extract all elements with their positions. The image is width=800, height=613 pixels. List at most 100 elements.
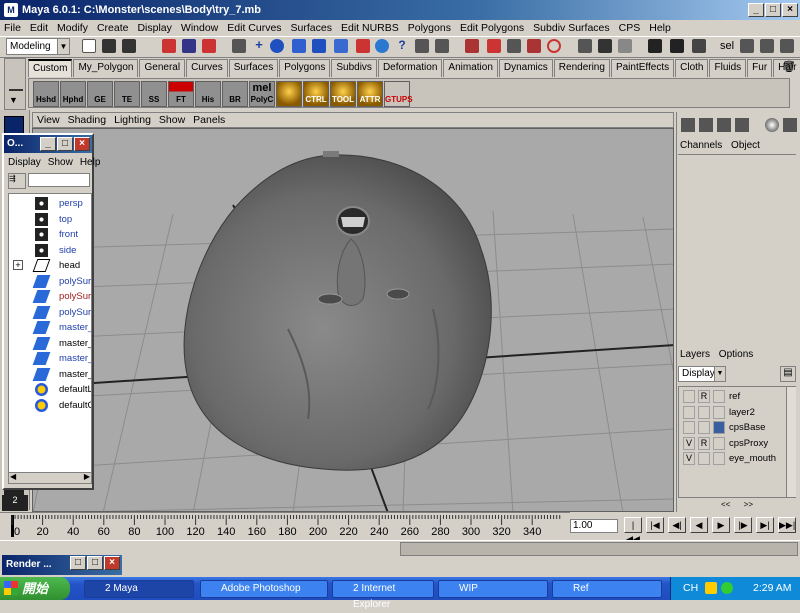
shelf-tab[interactable]: Fur xyxy=(747,59,773,77)
layers-menu[interactable]: Layers xyxy=(680,349,710,360)
layer-editor-icon[interactable] xyxy=(699,118,713,132)
task-maya[interactable]: 2 Maya xyxy=(84,580,194,598)
outliner-search-input[interactable] xyxy=(28,173,90,187)
object-tab[interactable]: Object xyxy=(731,140,760,151)
layer-type-toggle[interactable] xyxy=(698,452,710,465)
lock-icon[interactable] xyxy=(415,39,429,53)
menu-edit-nurbs[interactable]: Edit NURBS xyxy=(341,22,399,34)
outliner-item[interactable]: front xyxy=(9,227,91,242)
shelf-tab[interactable]: Rendering xyxy=(553,59,610,77)
outliner-item[interactable]: + head xyxy=(9,258,91,273)
start-button[interactable]: 開始 xyxy=(0,577,70,600)
maximize-button[interactable]: □ xyxy=(765,3,781,17)
outliner-menu-show[interactable]: Show xyxy=(48,157,73,171)
outliner-item[interactable]: polySurf xyxy=(9,289,91,304)
hypershade-icon[interactable] xyxy=(618,39,632,53)
shelf-button-ft[interactable]: FT xyxy=(168,81,194,107)
snap-curve-icon[interactable] xyxy=(270,39,284,53)
sel-label[interactable]: sel xyxy=(720,40,734,52)
shelf-button-ge[interactable]: GE xyxy=(87,81,113,107)
step-back-key-button[interactable]: |◀ xyxy=(646,517,664,533)
shelf-menu[interactable]: ▼ xyxy=(4,58,26,110)
task-internet-explorer[interactable]: 2 Internet Explorer xyxy=(332,580,434,610)
render-settings-icon[interactable] xyxy=(692,39,706,53)
mode-selector[interactable]: Modeling ▼ xyxy=(6,38,70,55)
shelf-button-br[interactable]: BR xyxy=(222,81,248,107)
shelf-tab[interactable]: Deformation xyxy=(377,59,443,77)
tray-icon[interactable] xyxy=(705,582,717,594)
tool-settings-icon[interactable] xyxy=(783,118,797,132)
channel-layer-icon[interactable] xyxy=(717,118,731,132)
tray-network-icon[interactable] xyxy=(721,582,733,594)
channel-box-area[interactable] xyxy=(678,154,796,344)
menu-help[interactable]: Help xyxy=(649,22,671,34)
minimize-button[interactable]: _ xyxy=(748,3,764,17)
shelf-button-ctrl[interactable]: CTRL xyxy=(303,81,329,107)
go-to-start-button[interactable]: |◀◀ xyxy=(624,517,642,544)
select-object-icon[interactable] xyxy=(182,39,196,53)
shelf-button-his[interactable]: His xyxy=(195,81,221,107)
viewport-menu-show[interactable]: Show xyxy=(159,114,185,126)
options-menu[interactable]: Options xyxy=(719,349,753,360)
task-photoshop[interactable]: Adobe Photoshop xyxy=(200,580,328,598)
layer-visibility-toggle[interactable] xyxy=(683,405,695,419)
trash-icon[interactable]: 🗑 xyxy=(782,60,796,74)
render-region-icon[interactable] xyxy=(435,39,449,53)
layer-color-swatch[interactable] xyxy=(713,390,725,403)
snap-view-icon[interactable] xyxy=(312,39,326,53)
outliner-item[interactable]: master_ xyxy=(9,367,91,382)
outliner-item[interactable]: master_ xyxy=(9,351,91,366)
shelf-tab[interactable]: Curves xyxy=(186,59,228,77)
menu-modify[interactable]: Modify xyxy=(57,22,88,34)
shelf-tab[interactable]: Cloth xyxy=(675,59,709,77)
step-back-frame-button[interactable]: ◀| xyxy=(668,517,686,533)
tool-settings-icon[interactable] xyxy=(760,39,774,53)
step-forward-key-button[interactable]: ▶| xyxy=(756,517,774,533)
layer-row[interactable]: Rref xyxy=(681,389,793,404)
layer-visibility-toggle[interactable]: V xyxy=(683,452,695,465)
task-folder-ref[interactable]: Ref xyxy=(552,580,662,598)
menu-cps[interactable]: CPS xyxy=(619,22,641,34)
outliner-horizontal-scrollbar[interactable]: ◀ ▶ xyxy=(8,472,92,484)
shelf-button-attr[interactable]: ATTR xyxy=(357,81,383,107)
menu-surfaces[interactable]: Surfaces xyxy=(291,22,332,34)
outliner-item[interactable]: polySurf xyxy=(9,274,91,289)
lasso-icon[interactable] xyxy=(487,39,501,53)
layer-row[interactable]: Veye_mouth xyxy=(681,451,793,466)
layer-list-nav[interactable]: << >> xyxy=(678,500,796,510)
menu-create[interactable]: Create xyxy=(97,22,129,34)
select-component-icon[interactable] xyxy=(202,39,216,53)
menu-subdiv-surfaces[interactable]: Subdiv Surfaces xyxy=(533,22,609,34)
outliner-minimize-button[interactable]: _ xyxy=(40,137,56,151)
layer-visibility-toggle[interactable] xyxy=(683,390,695,403)
ipr-render-icon[interactable] xyxy=(670,39,684,53)
shelf-tab[interactable]: Animation xyxy=(443,59,498,77)
make-live-icon[interactable] xyxy=(334,39,348,53)
layer-visibility-toggle[interactable]: V xyxy=(683,436,695,450)
menu-edit[interactable]: Edit xyxy=(30,22,48,34)
shelf-button-ss[interactable]: SS xyxy=(141,81,167,107)
outliner-item[interactable]: polySurf xyxy=(9,305,91,320)
menu-display[interactable]: Display xyxy=(137,22,171,34)
new-scene-icon[interactable] xyxy=(82,39,96,53)
outliner-window[interactable]: O... _ □ × Display Show Help ⇶ persp top f… xyxy=(2,133,100,490)
shelf-button-sphere[interactable] xyxy=(276,81,302,107)
shelf-button-tool[interactable]: TOOL xyxy=(330,81,356,107)
outliner-item[interactable]: side xyxy=(9,243,91,258)
layer-color-swatch[interactable] xyxy=(713,421,725,434)
viewport-menu-panels[interactable]: Panels xyxy=(193,114,225,126)
perspective-viewport[interactable] xyxy=(32,128,674,512)
render-icon[interactable] xyxy=(375,39,389,53)
viewport-menu-view[interactable]: View xyxy=(37,114,60,126)
shelf-button-gtups[interactable]: GTUPS xyxy=(384,81,413,107)
sculpt-icon[interactable] xyxy=(527,39,541,53)
shelf-tab[interactable]: PaintEffects xyxy=(610,59,675,77)
current-time-field[interactable]: 1.00 xyxy=(570,519,618,533)
shelf-button-te[interactable]: TE xyxy=(114,81,140,107)
layer-list-scrollbar[interactable] xyxy=(786,387,796,497)
play-forward-button[interactable]: ▶ xyxy=(712,517,730,533)
channel-box-icon[interactable] xyxy=(681,118,695,132)
outliner-item[interactable]: master_ xyxy=(9,336,91,351)
open-scene-icon[interactable] xyxy=(102,39,116,53)
time-slider[interactable]: 0 20 40 60 80 100 120 140 160 180 200 220 240 260 280 3… xyxy=(0,512,570,538)
